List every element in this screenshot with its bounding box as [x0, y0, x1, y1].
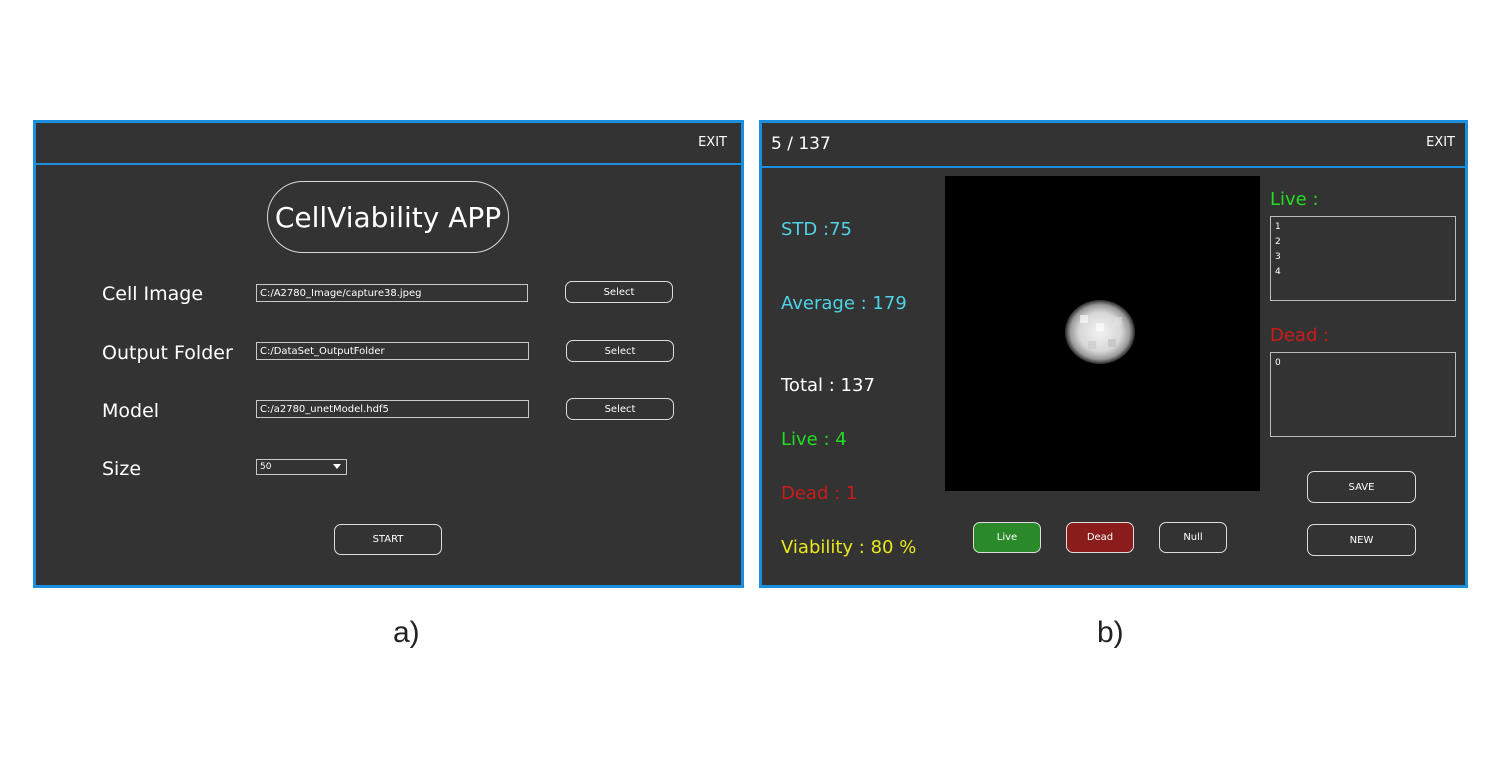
exit-button[interactable]: EXIT [1426, 135, 1455, 150]
classification-window: 5 / 137 EXIT STD :75 Average : 179 Total… [759, 120, 1468, 588]
dead-count-stat: Dead : 1 [781, 483, 858, 504]
size-value: 50 [260, 462, 272, 472]
dead-list[interactable]: 0 [1270, 352, 1456, 437]
live-list[interactable]: 1 2 3 4 [1270, 216, 1456, 301]
size-dropdown[interactable]: 50 [256, 459, 347, 475]
size-label: Size [102, 458, 142, 480]
cell-image [1065, 300, 1135, 364]
list-item[interactable]: 0 [1275, 356, 1451, 371]
list-item[interactable]: 1 [1275, 220, 1451, 235]
output-folder-label: Output Folder [102, 342, 233, 364]
dead-list-label: Dead : [1270, 325, 1330, 346]
chevron-down-icon [333, 464, 341, 469]
setup-window: EXIT CellViability APP Cell Image Select… [33, 120, 744, 588]
title-bar: EXIT [36, 123, 741, 165]
model-select-button[interactable]: Select [566, 398, 674, 420]
std-stat: STD :75 [781, 219, 852, 240]
mark-null-button[interactable]: Null [1159, 522, 1227, 553]
model-input[interactable] [256, 400, 529, 418]
list-item[interactable]: 4 [1275, 265, 1451, 280]
save-button[interactable]: SAVE [1307, 471, 1416, 503]
list-item[interactable]: 3 [1275, 250, 1451, 265]
image-counter: 5 / 137 [771, 134, 831, 154]
live-list-label: Live : [1270, 189, 1319, 210]
caption-b: b) [1097, 616, 1124, 649]
cell-image-input[interactable] [256, 284, 528, 302]
cell-image-label: Cell Image [102, 283, 204, 305]
live-count-stat: Live : 4 [781, 429, 847, 450]
total-stat: Total : 137 [781, 375, 875, 396]
mark-dead-button[interactable]: Dead [1066, 522, 1134, 553]
new-button[interactable]: NEW [1307, 524, 1416, 556]
output-folder-input[interactable] [256, 342, 529, 360]
cell-image-select-button[interactable]: Select [565, 281, 673, 303]
average-stat: Average : 179 [781, 293, 907, 314]
app-title: CellViability APP [267, 181, 509, 253]
model-label: Model [102, 400, 160, 422]
output-folder-select-button[interactable]: Select [566, 340, 674, 362]
start-button[interactable]: START [334, 524, 442, 555]
mark-live-button[interactable]: Live [973, 522, 1041, 553]
list-item[interactable]: 2 [1275, 235, 1451, 250]
caption-a: a) [393, 616, 420, 649]
cell-image-view [945, 176, 1260, 491]
exit-button[interactable]: EXIT [698, 135, 727, 150]
viability-stat: Viability : 80 % [781, 537, 917, 558]
title-bar: 5 / 137 EXIT [762, 123, 1465, 168]
